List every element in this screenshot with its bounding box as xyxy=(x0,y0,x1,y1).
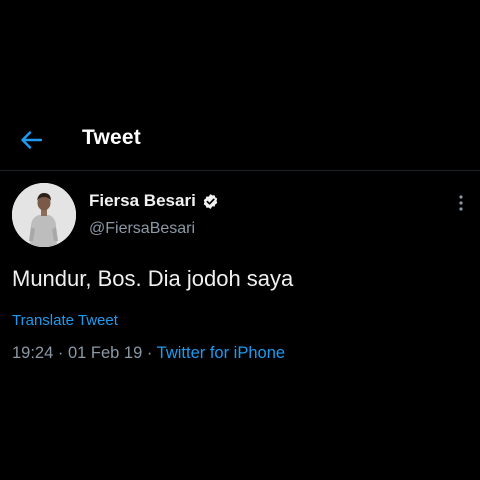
tweet-source-link[interactable]: Twitter for iPhone xyxy=(157,344,285,362)
tweet-metadata: 19:24 · 01 Feb 19 · Twitter for iPhone xyxy=(12,344,285,363)
back-button[interactable] xyxy=(17,127,45,153)
meta-separator: · xyxy=(142,344,157,362)
translate-tweet-link[interactable]: Translate Tweet xyxy=(12,312,118,329)
avatar[interactable] xyxy=(12,183,76,247)
username[interactable]: @FiersaBesari xyxy=(89,220,195,238)
tweet-time: 19:24 xyxy=(12,344,54,362)
meta-separator: · xyxy=(53,344,68,362)
more-vertical-icon xyxy=(459,195,463,211)
author-name-row[interactable]: Fiersa Besari xyxy=(89,189,219,213)
header-divider xyxy=(0,170,480,171)
tweet-text: Mundur, Bos. Dia jodoh saya xyxy=(12,266,294,291)
display-name[interactable]: Fiersa Besari xyxy=(89,191,196,211)
verified-badge-icon xyxy=(202,193,219,210)
more-options-button[interactable] xyxy=(451,193,471,213)
page-title: Tweet xyxy=(82,126,141,149)
arrow-left-icon xyxy=(21,131,42,149)
top-bar: Tweet xyxy=(0,112,480,168)
tweet-date: 01 Feb 19 xyxy=(67,344,143,362)
